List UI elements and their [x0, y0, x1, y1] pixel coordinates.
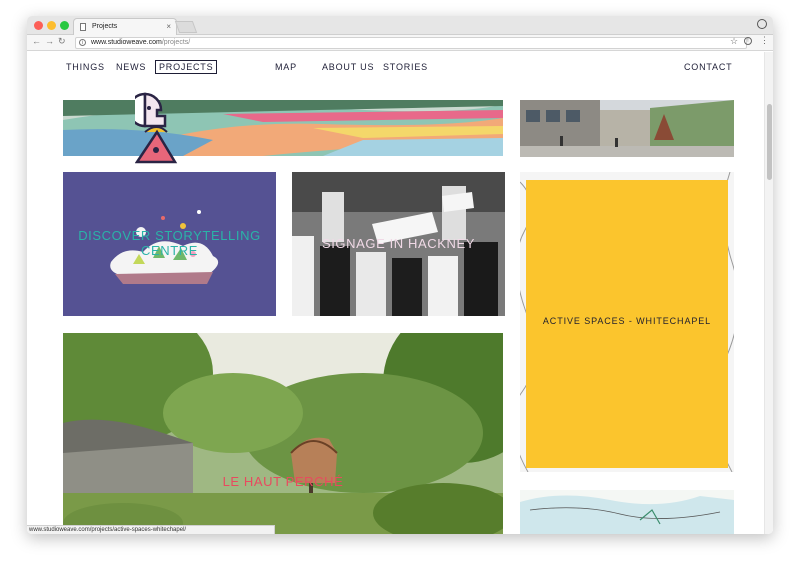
page-scrollbar[interactable] [764, 52, 773, 534]
reload-icon[interactable]: ↻ [58, 36, 66, 47]
address-bar[interactable]: i www.studioweave.com/projects/ [75, 37, 747, 49]
project-title: SIGNAGE IN HACKNEY [321, 236, 476, 251]
nav-stories[interactable]: STORIES [383, 62, 428, 72]
minimize-window-button[interactable] [47, 21, 56, 30]
browser-toolbar: ← → ↻ i www.studioweave.com/projects/ ☆ … [27, 35, 773, 51]
back-icon[interactable]: ← [32, 36, 41, 46]
bookmark-star-icon[interactable]: ☆ [730, 36, 738, 47]
nav-things[interactable]: THINGS [66, 62, 105, 72]
playground-banner-image[interactable] [63, 100, 503, 156]
scrollbar-thumb[interactable] [767, 104, 772, 180]
url-path: /projects/ [161, 39, 191, 46]
forward-icon[interactable]: → [45, 36, 54, 46]
nav-contact[interactable]: CONTACT [684, 62, 732, 72]
map-sketch-image[interactable] [520, 490, 734, 534]
maximize-window-button[interactable] [60, 21, 69, 30]
project-title: DISCOVER STORYTELLING CENTRE [78, 228, 261, 258]
browser-tab[interactable]: Projects × [73, 18, 177, 35]
extension-icon[interactable]: ! [744, 37, 752, 45]
link-status-bar: www.studioweave.com/projects/active-spac… [27, 525, 275, 534]
site-navigation: THINGS NEWS PROJECTS MAP ABOUT US STORIE… [27, 52, 763, 84]
browser-titlebar: Projects × [27, 16, 773, 35]
project-tile-discover[interactable]: DISCOVER STORYTELLING CENTRE [63, 172, 276, 316]
nav-about-us[interactable]: ABOUT US [322, 62, 374, 72]
building-photo[interactable] [520, 100, 734, 157]
document-icon [80, 23, 86, 31]
close-window-button[interactable] [34, 21, 43, 30]
tab-title: Projects [92, 23, 118, 30]
tab-close-icon[interactable]: × [166, 19, 171, 34]
nav-projects[interactable]: PROJECTS [155, 60, 218, 74]
menu-kebab-icon[interactable]: ⋮ [760, 35, 769, 46]
info-icon[interactable]: i [79, 39, 86, 46]
nav-news[interactable]: NEWS [116, 62, 146, 72]
project-tile-le-haut-perche[interactable]: LE HAUT PERCHÉ [63, 333, 503, 534]
studio-weave-logo[interactable] [127, 92, 179, 164]
browser-window: Projects × ← → ↻ i www.studioweave.com/p… [27, 16, 773, 534]
project-title: LE HAUT PERCHÉ [222, 474, 344, 489]
project-tile-active-spaces[interactable]: ACTIVE SPACES - WHITECHAPEL [520, 172, 734, 472]
new-tab-button[interactable] [174, 21, 198, 33]
project-title: ACTIVE SPACES - WHITECHAPEL [542, 316, 712, 326]
profile-icon[interactable] [757, 19, 767, 29]
project-tile-signage[interactable]: SIGNAGE IN HACKNEY [292, 172, 505, 316]
url-host: www.studioweave.com [91, 39, 162, 46]
page-content: DISCOVER STORYTELLING CENTRE SIGNAGE IN … [27, 52, 773, 534]
nav-map[interactable]: MAP [275, 62, 297, 72]
